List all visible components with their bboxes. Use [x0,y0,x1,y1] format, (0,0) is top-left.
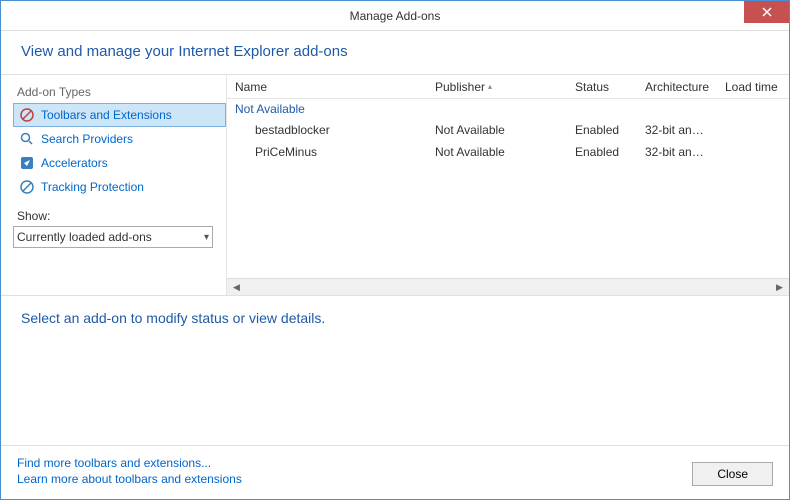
addon-grid: Name Publisher▴ Status Architecture Load… [226,75,789,295]
group-row[interactable]: Not Available [227,99,789,119]
find-more-link[interactable]: Find more toolbars and extensions... [17,456,242,470]
detail-panel: Select an add-on to modify status or vie… [1,295,789,445]
header: View and manage your Internet Explorer a… [1,31,789,75]
column-header-name[interactable]: Name [227,75,427,98]
sidebar-item-label: Toolbars and Extensions [41,108,172,122]
body: Add-on Types Toolbars and Extensions Sea… [1,75,789,295]
cell-name: PriCeMinus [227,143,427,161]
sidebar-item-tracking-protection[interactable]: Tracking Protection [13,175,226,199]
column-header-publisher[interactable]: Publisher▴ [427,75,567,98]
column-header-architecture[interactable]: Architecture [637,75,717,98]
learn-more-link[interactable]: Learn more about toolbars and extensions [17,472,242,486]
cell-status: Enabled [567,121,637,139]
chevron-down-icon: ▾ [204,232,209,243]
cell-architecture: 32-bit and ... [637,143,717,161]
sidebar-item-label: Search Providers [41,132,133,146]
cell-status: Enabled [567,143,637,161]
toolbar-icon [19,107,35,123]
show-dropdown-value: Currently loaded add-ons [17,230,152,244]
cell-publisher: Not Available [427,121,567,139]
sidebar: Add-on Types Toolbars and Extensions Sea… [1,75,226,295]
cell-name: bestadblocker [227,121,427,139]
sidebar-item-toolbars-extensions[interactable]: Toolbars and Extensions [13,103,226,127]
grid-body: Not Available bestadblocker Not Availabl… [227,99,789,278]
scroll-left-icon[interactable]: ◀ [229,281,244,294]
cell-architecture: 32-bit and ... [637,121,717,139]
sidebar-item-label: Accelerators [41,156,108,170]
titlebar: Manage Add-ons [1,1,789,31]
window-close-button[interactable] [744,1,789,23]
sort-ascending-icon: ▴ [488,82,492,91]
table-row[interactable]: PriCeMinus Not Available Enabled 32-bit … [227,141,789,163]
sidebar-item-accelerators[interactable]: Accelerators [13,151,226,175]
close-icon [762,7,772,17]
detail-prompt: Select an add-on to modify status or vie… [21,310,325,326]
addon-types-label: Add-on Types [13,85,226,99]
sidebar-item-search-providers[interactable]: Search Providers [13,127,226,151]
search-icon [19,131,35,147]
column-header-status[interactable]: Status [567,75,637,98]
table-row[interactable]: bestadblocker Not Available Enabled 32-b… [227,119,789,141]
sidebar-item-label: Tracking Protection [41,180,144,194]
show-label: Show: [13,209,226,223]
accelerator-icon [19,155,35,171]
column-header-load-time[interactable]: Load time [717,75,789,98]
cell-publisher: Not Available [427,143,567,161]
footer-links: Find more toolbars and extensions... Lea… [17,456,242,486]
block-icon [19,179,35,195]
footer: Find more toolbars and extensions... Lea… [1,445,789,498]
window-title: Manage Add-ons [1,9,789,23]
scroll-right-icon[interactable]: ▶ [772,281,787,294]
grid-header: Name Publisher▴ Status Architecture Load… [227,75,789,99]
header-text: View and manage your Internet Explorer a… [21,43,769,60]
horizontal-scrollbar[interactable]: ◀ ▶ [227,278,789,295]
close-button[interactable]: Close [692,462,773,486]
show-dropdown[interactable]: Currently loaded add-ons ▾ [13,226,213,248]
